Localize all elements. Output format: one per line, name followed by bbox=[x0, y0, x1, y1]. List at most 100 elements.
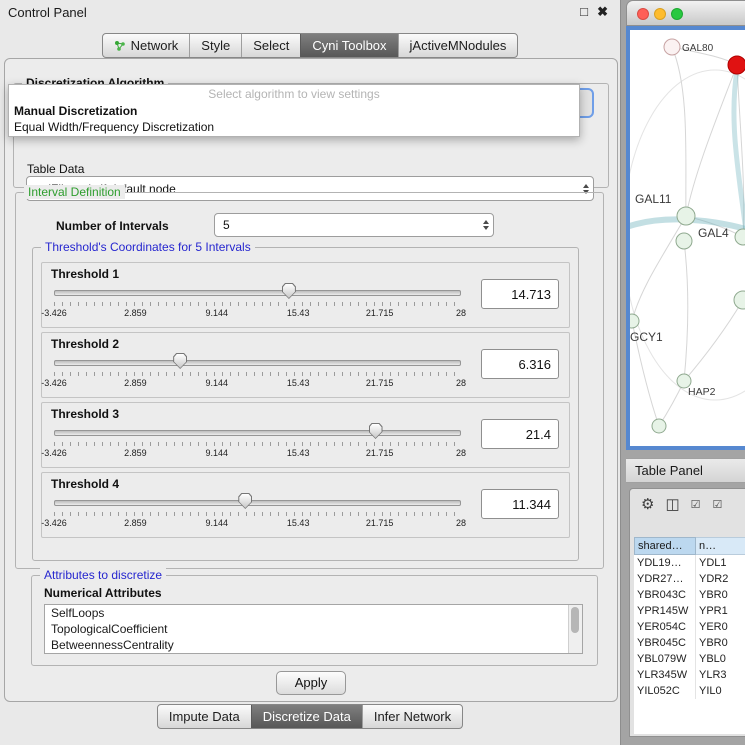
slider-track[interactable] bbox=[54, 290, 461, 296]
dropdown-option-equal-width[interactable]: Equal Width/Frequency Discretization bbox=[9, 119, 579, 135]
gear-icon[interactable]: ⚙ bbox=[641, 495, 654, 513]
threshold-3-slider[interactable]: -3.426 2.859 9.144 15.43 21.715 28 bbox=[54, 423, 461, 441]
slider-thumb[interactable] bbox=[173, 353, 187, 369]
scale-label: -3.426 bbox=[41, 308, 67, 318]
table-data-label: Table Data bbox=[27, 162, 84, 176]
select-visible-checkbox-icon[interactable]: ☑ bbox=[713, 498, 724, 511]
cell-shared-name: YER054C bbox=[634, 619, 696, 635]
apply-button[interactable]: Apply bbox=[276, 671, 346, 695]
scale-label: 21.715 bbox=[366, 308, 394, 318]
cell-name: YBR0 bbox=[696, 635, 745, 651]
threshold-3-value-field[interactable]: 21.4 bbox=[481, 419, 559, 449]
threshold-4-value-field[interactable]: 11.344 bbox=[481, 489, 559, 519]
list-item[interactable]: TopologicalCoefficient bbox=[45, 621, 582, 637]
cell-shared-name: YDL19… bbox=[634, 555, 696, 571]
dropdown-option-manual[interactable]: Manual Discretization bbox=[9, 103, 579, 119]
slider-scale: -3.426 2.859 9.144 15.43 21.715 28 bbox=[54, 308, 461, 319]
tab-network[interactable]: Network bbox=[103, 34, 190, 57]
scale-label: 28 bbox=[456, 448, 466, 458]
select-all-checkbox-icon[interactable]: ☑ bbox=[691, 498, 702, 511]
cell-name: YDL1 bbox=[696, 555, 745, 571]
tab-cyni-toolbox[interactable]: Cyni Toolbox bbox=[300, 34, 397, 57]
cyni-settings-panel: Discretization Algorithm Table Data galF… bbox=[4, 58, 618, 702]
slider-thumb[interactable] bbox=[282, 283, 296, 299]
threshold-2-slider[interactable]: -3.426 2.859 9.144 15.43 21.715 28 bbox=[54, 353, 461, 371]
close-icon[interactable]: ✖ bbox=[597, 4, 608, 20]
table-toolbar: ⚙ ◫ ☑ ☑ bbox=[630, 489, 745, 519]
column-header-name[interactable]: n… bbox=[696, 537, 745, 555]
list-item[interactable]: SelfLoops bbox=[45, 605, 582, 621]
scale-label: 15.43 bbox=[287, 448, 310, 458]
cell-shared-name: YBR045C bbox=[634, 635, 696, 651]
scale-label: 15.43 bbox=[287, 518, 310, 528]
network-view-window: GAL80 GAL11 GAL4 GCY1 HAP2 bbox=[626, 0, 745, 450]
tab-jactivemnodules-label: jActiveMNodules bbox=[410, 38, 507, 53]
control-panel-titlebar: Control Panel □ ✖ bbox=[0, 0, 620, 24]
top-tab-group: Network Style Select Cyni Toolbox jActiv… bbox=[102, 33, 519, 58]
thresholds-groupbox: Threshold's Coordinates for 5 Intervals … bbox=[32, 247, 579, 561]
table-row[interactable]: YBL079W YBL0 bbox=[634, 651, 745, 667]
slider-thumb[interactable] bbox=[238, 493, 252, 509]
node-label-gal4: GAL4 bbox=[698, 226, 729, 240]
slider-ticks bbox=[54, 442, 461, 446]
scale-label: 9.144 bbox=[206, 448, 229, 458]
network-icon bbox=[114, 40, 126, 52]
scale-label: 21.715 bbox=[366, 518, 394, 528]
threshold-4-slider[interactable]: -3.426 2.859 9.144 15.43 21.715 28 bbox=[54, 493, 461, 511]
tab-discretize-data[interactable]: Discretize Data bbox=[251, 705, 362, 728]
table-row[interactable]: YLR345W YLR3 bbox=[634, 667, 745, 683]
interval-definition-groupbox: Interval Definition Number of Intervals … bbox=[15, 192, 604, 569]
table-row[interactable]: YER054C YER0 bbox=[634, 619, 745, 635]
list-scrollbar[interactable] bbox=[568, 605, 582, 653]
number-of-intervals-combobox[interactable]: 5 bbox=[214, 213, 494, 237]
node-label-gcy1: GCY1 bbox=[630, 330, 663, 344]
columns-icon[interactable]: ◫ bbox=[665, 495, 679, 513]
zoom-button[interactable] bbox=[671, 8, 683, 20]
bottom-tab-group: Impute Data Discretize Data Infer Networ… bbox=[157, 704, 463, 729]
tab-jactivemnodules[interactable]: jActiveMNodules bbox=[398, 34, 518, 57]
cell-name: YPR1 bbox=[696, 603, 745, 619]
node-label-gal11: GAL11 bbox=[635, 192, 671, 206]
combobox-arrows-icon bbox=[483, 220, 489, 230]
table-row[interactable]: YDR27… YDR2 bbox=[634, 571, 745, 587]
threshold-panel-3: Threshold 3 -3.426 2.859 9.144 15.43 21.… bbox=[41, 402, 570, 468]
table-row[interactable]: YIL052C YIL0 bbox=[634, 683, 745, 699]
node-label-hap2: HAP2 bbox=[688, 386, 715, 398]
slider-track[interactable] bbox=[54, 430, 461, 436]
scrollbar-thumb[interactable] bbox=[571, 607, 579, 633]
threshold-2-value-field[interactable]: 6.316 bbox=[481, 349, 559, 379]
network-window-titlebar bbox=[626, 0, 745, 26]
slider-track[interactable] bbox=[54, 360, 461, 366]
scale-label: 2.859 bbox=[124, 308, 147, 318]
scale-label: 15.43 bbox=[287, 308, 310, 318]
tab-impute-data[interactable]: Impute Data bbox=[158, 705, 251, 728]
scale-label: -3.426 bbox=[41, 378, 67, 388]
tab-infer-network[interactable]: Infer Network bbox=[362, 705, 462, 728]
tab-impute-data-label: Impute Data bbox=[169, 709, 240, 724]
list-item[interactable]: BetweennessCentrality bbox=[45, 637, 582, 653]
table-row[interactable]: YBR043C YBR0 bbox=[634, 587, 745, 603]
table-row[interactable]: YPR145W YPR1 bbox=[634, 603, 745, 619]
threshold-1-slider[interactable]: -3.426 2.859 9.144 15.43 21.715 28 bbox=[54, 283, 461, 301]
close-button[interactable] bbox=[637, 8, 649, 20]
scale-label: 21.715 bbox=[366, 378, 394, 388]
threshold-1-value-field[interactable]: 14.713 bbox=[481, 279, 559, 309]
table-row[interactable]: YDL19… YDL1 bbox=[634, 555, 745, 571]
table-panel-window: ⚙ ◫ ☑ ☑ shared… n… YDL19… YDL1 YDR27… YD… bbox=[629, 488, 745, 737]
minimize-button[interactable] bbox=[654, 8, 666, 20]
float-window-icon[interactable]: □ bbox=[580, 4, 588, 19]
number-of-intervals-value: 5 bbox=[223, 218, 230, 232]
slider-scale: -3.426 2.859 9.144 15.43 21.715 28 bbox=[54, 378, 461, 389]
slider-thumb[interactable] bbox=[369, 423, 383, 439]
slider-scale: -3.426 2.859 9.144 15.43 21.715 28 bbox=[54, 448, 461, 459]
slider-ticks bbox=[54, 302, 461, 306]
scale-label: 2.859 bbox=[124, 448, 147, 458]
slider-track[interactable] bbox=[54, 500, 461, 506]
scale-label: 28 bbox=[456, 378, 466, 388]
table-row[interactable]: YBR045C YBR0 bbox=[634, 635, 745, 651]
network-canvas[interactable]: GAL80 GAL11 GAL4 GCY1 HAP2 bbox=[626, 26, 745, 450]
attributes-list: SelfLoops TopologicalCoefficient Between… bbox=[44, 604, 583, 654]
tab-style[interactable]: Style bbox=[189, 34, 241, 57]
column-header-shared-name[interactable]: shared… bbox=[634, 537, 696, 555]
tab-select[interactable]: Select bbox=[241, 34, 300, 57]
